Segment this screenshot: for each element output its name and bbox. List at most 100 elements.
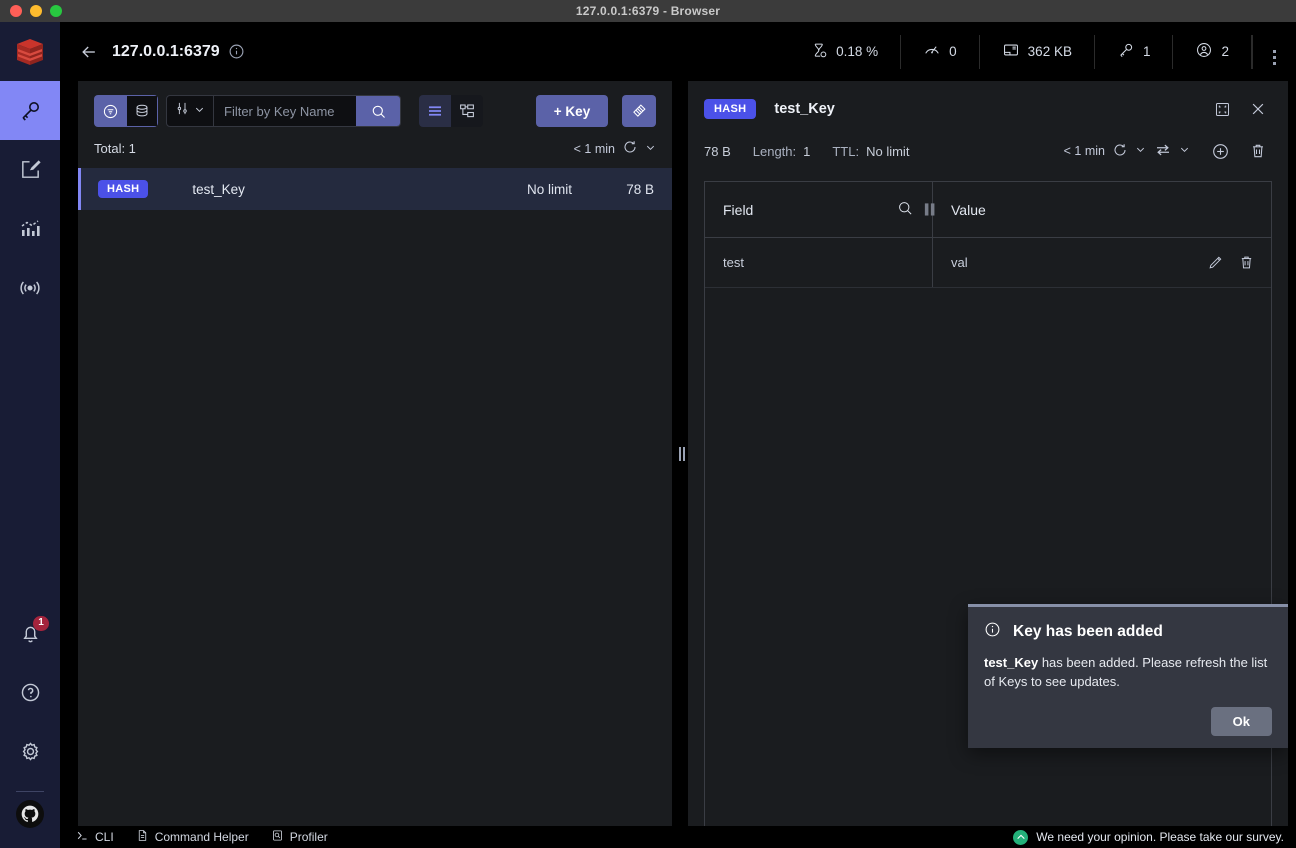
add-key-button[interactable]: + Key xyxy=(536,95,608,127)
window-title: 127.0.0.1:6379 - Browser xyxy=(0,4,1296,18)
close-window-button[interactable] xyxy=(10,5,22,17)
table-header-row: Field ▌▌ Value xyxy=(705,182,1271,238)
key-size-info: 78 B xyxy=(704,144,731,159)
status-item-command-helper[interactable]: Command Helper xyxy=(136,829,249,845)
key-size-label: 78 B xyxy=(610,182,654,197)
toast-footer: Ok xyxy=(984,707,1272,736)
sidebar-item-pub-sub[interactable] xyxy=(0,258,60,317)
survey-text: We need your opinion. Please take our su… xyxy=(1036,830,1284,844)
format-switcher-icon xyxy=(1154,141,1172,162)
keys-meta-row: Total: 1 < 1 min xyxy=(78,127,672,168)
key-ttl-info[interactable]: TTL: No limit xyxy=(832,144,909,159)
key-icon xyxy=(1117,41,1135,62)
list-item[interactable]: HASH test_Key No limit 78 B xyxy=(78,168,672,210)
app-header: 127.0.0.1:6379 0.18 % xyxy=(60,22,1296,81)
search-icon[interactable] xyxy=(356,96,400,126)
document-icon xyxy=(136,829,149,845)
key-filter-group xyxy=(166,95,401,127)
row-actions xyxy=(1207,254,1271,271)
metric-keys-value: 1 xyxy=(1143,44,1151,59)
rail-bottom-group: 1 xyxy=(0,604,60,848)
sidebar-item-workbench[interactable] xyxy=(0,140,60,199)
format-switcher-control[interactable] xyxy=(1154,141,1190,162)
column-header-value: Value xyxy=(933,182,1271,237)
database-stack-icon[interactable] xyxy=(126,95,158,127)
filter-type-icon[interactable] xyxy=(94,95,126,127)
metric-commands-per-second[interactable]: 0 xyxy=(901,35,980,69)
info-circle-icon[interactable] xyxy=(228,43,245,60)
kebab-vertical-icon[interactable] xyxy=(1252,35,1296,69)
terminal-icon xyxy=(76,829,89,845)
body-split: + Key Total: 1 < 1 min xyxy=(60,81,1296,826)
filter-segment-group xyxy=(94,95,158,127)
keys-list[interactable]: HASH test_Key No limit 78 B xyxy=(78,168,672,826)
toast-notification: Key has been added test_Key has been add… xyxy=(968,604,1288,748)
key-details-actions: < 1 min xyxy=(1064,137,1272,165)
app-shell: 1 xyxy=(0,22,1296,848)
header-metrics: 0.18 % 0 xyxy=(789,35,1296,69)
keys-total-label: Total: 1 xyxy=(94,141,136,156)
key-details-panel: HASH test_Key xyxy=(688,81,1288,826)
rail-divider xyxy=(16,791,44,792)
column-resize-handle[interactable]: ▌▌ xyxy=(925,204,937,215)
key-length-info: Length: 1 xyxy=(753,144,811,159)
key-details-name: test_Key xyxy=(774,101,834,117)
search-input[interactable] xyxy=(214,96,356,126)
toast-message-key: test_Key xyxy=(984,655,1038,670)
sidebar-item-analysis-tools[interactable] xyxy=(0,199,60,258)
metric-total-keys[interactable]: 1 xyxy=(1095,35,1174,69)
metric-cpu[interactable]: 0.18 % xyxy=(789,35,901,69)
toast-ok-button[interactable]: Ok xyxy=(1211,707,1272,736)
speedometer-icon xyxy=(923,41,941,62)
keys-toolbar: + Key xyxy=(78,81,672,127)
table-row[interactable]: test val xyxy=(705,238,1271,288)
panel-splitter[interactable] xyxy=(672,81,688,826)
metric-connected-clients[interactable]: 2 xyxy=(1173,35,1252,69)
list-view-icon[interactable] xyxy=(419,95,451,127)
status-item-command-helper-label: Command Helper xyxy=(155,830,249,844)
tree-view-icon[interactable] xyxy=(451,95,483,127)
keys-refresh-control[interactable]: < 1 min xyxy=(574,139,656,158)
keys-panel: + Key Total: 1 < 1 min xyxy=(78,81,672,826)
minimize-window-button[interactable] xyxy=(30,5,42,17)
maximize-window-button[interactable] xyxy=(50,5,62,17)
search-icon[interactable] xyxy=(896,199,914,220)
key-ttl-value: No limit xyxy=(866,144,909,159)
toast-message: test_Key has been added. Please refresh … xyxy=(984,653,1272,691)
fullscreen-icon[interactable] xyxy=(1208,95,1236,123)
pencil-icon[interactable] xyxy=(1207,254,1224,271)
metric-cpu-value: 0.18 % xyxy=(836,44,878,59)
survey-icon xyxy=(1013,830,1028,845)
add-field-icon[interactable] xyxy=(1206,137,1234,165)
sidebar-item-notifications[interactable]: 1 xyxy=(0,604,60,663)
status-item-cli[interactable]: CLI xyxy=(76,829,114,845)
status-item-profiler-label: Profiler xyxy=(290,830,328,844)
page-title: 127.0.0.1:6379 xyxy=(112,43,220,61)
profiler-icon xyxy=(271,829,284,845)
status-item-profiler[interactable]: Profiler xyxy=(271,829,328,845)
notification-count-badge: 1 xyxy=(33,616,49,631)
delete-key-icon[interactable] xyxy=(1244,137,1272,165)
arrow-left-icon[interactable] xyxy=(72,35,106,69)
key-type-badge: HASH xyxy=(98,180,148,198)
traffic-lights xyxy=(0,5,62,17)
sidebar-item-browser[interactable] xyxy=(0,81,60,140)
sidebar-item-settings[interactable] xyxy=(0,722,60,781)
metric-commands-value: 0 xyxy=(949,44,957,59)
trash-icon[interactable] xyxy=(1238,254,1255,271)
sidebar-item-help[interactable] xyxy=(0,663,60,722)
key-ttl-label: TTL: xyxy=(832,144,859,159)
sort-options-button[interactable] xyxy=(167,96,214,126)
column-header-field: Field ▌▌ xyxy=(705,182,933,237)
close-icon[interactable] xyxy=(1244,95,1272,123)
chevron-down-icon xyxy=(1179,144,1190,158)
metric-memory[interactable]: 362 KB xyxy=(980,35,1095,69)
chevron-down-icon xyxy=(1135,144,1146,158)
column-header-field-label: Field xyxy=(723,202,753,218)
github-icon[interactable] xyxy=(16,800,44,828)
chevron-down-icon xyxy=(645,142,656,156)
redis-logo-icon xyxy=(0,22,60,81)
bulk-actions-icon[interactable] xyxy=(622,95,656,127)
survey-link[interactable]: We need your opinion. Please take our su… xyxy=(1013,830,1284,845)
details-refresh-control[interactable]: < 1 min xyxy=(1064,142,1146,161)
